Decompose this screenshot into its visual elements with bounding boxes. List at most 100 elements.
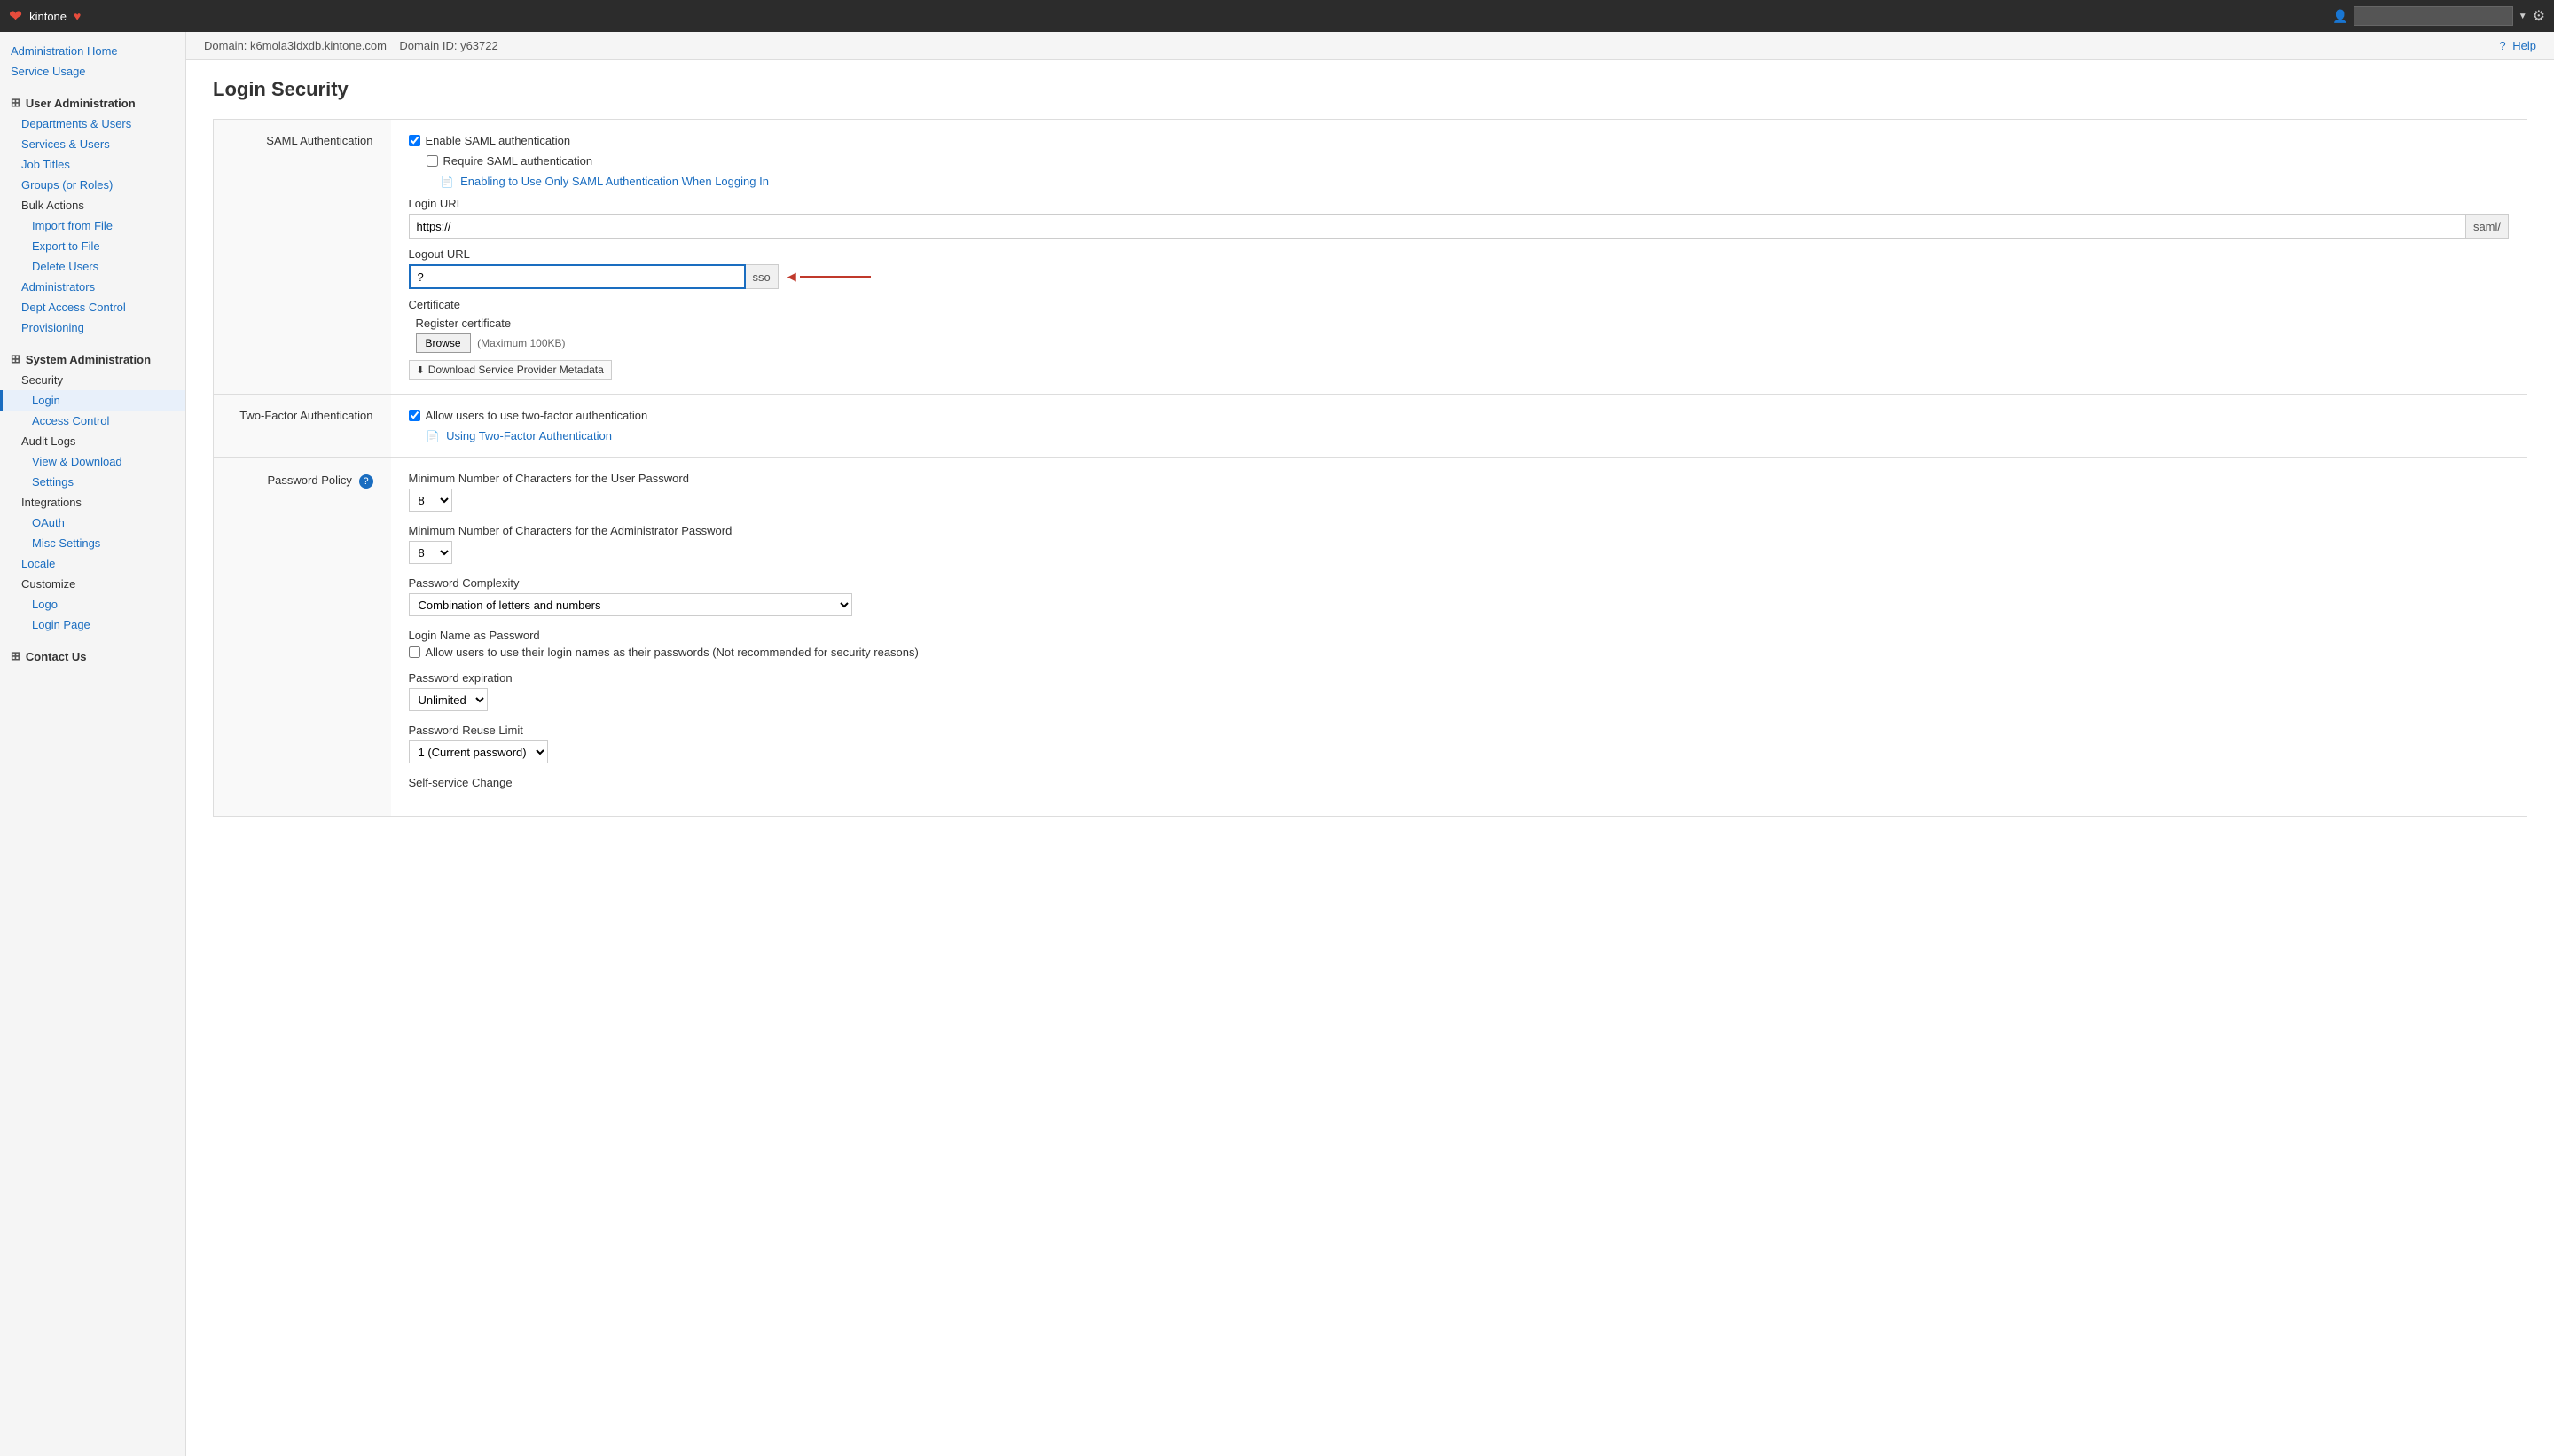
download-metadata-button[interactable]: ⬇ Download Service Provider Metadata (409, 360, 612, 380)
password-complexity-row: Password Complexity Combination of lette… (409, 576, 2510, 616)
sidebar: Administration Home Service Usage ⊞ User… (0, 32, 186, 1456)
reuse-limit-select[interactable]: 1 (Current password) 2 3 4 5 No limit (409, 740, 548, 763)
self-service-label: Self-service Change (409, 776, 2510, 789)
allow-tfa-checkbox[interactable] (409, 410, 420, 421)
sidebar-item-service-usage[interactable]: Service Usage (0, 61, 185, 82)
logout-url-input[interactable]: ? (409, 264, 746, 289)
content-area: Login Security SAML Authentication Enabl… (186, 60, 2554, 834)
expiration-select[interactable]: Unlimited 30 days 60 days 90 days 180 da… (409, 688, 488, 711)
two-factor-label-cell: Two-Factor Authentication (214, 395, 391, 458)
cert-label: Certificate (409, 298, 2510, 311)
download-label: Download Service Provider Metadata (428, 364, 604, 376)
sidebar-item-import[interactable]: Import from File (0, 215, 185, 236)
sidebar-item-login-page[interactable]: Login Page (0, 614, 185, 635)
sidebar-item-logo[interactable]: Logo (0, 594, 185, 614)
complexity-label: Password Complexity (409, 576, 2510, 590)
sidebar-integrations-label: Integrations (0, 492, 185, 513)
enable-saml-label: Enable SAML authentication (426, 134, 571, 147)
password-policy-content-cell: Minimum Number of Characters for the Use… (391, 458, 2527, 817)
sidebar-section-contact-us: ⊞ Contact Us (0, 642, 185, 667)
download-metadata-row: ⬇ Download Service Provider Metadata (409, 360, 2510, 380)
two-factor-content-cell: Allow users to use two-factor authentica… (391, 395, 2527, 458)
page-title: Login Security (213, 78, 2527, 101)
login-as-password-checkbox-row: Allow users to use their login names as … (409, 646, 2510, 659)
sidebar-item-groups-roles[interactable]: Groups (or Roles) (0, 175, 185, 195)
saml-content-cell: Enable SAML authentication Require SAML … (391, 120, 2527, 395)
sidebar-item-provisioning[interactable]: Provisioning (0, 317, 185, 338)
sidebar-item-delete-users[interactable]: Delete Users (0, 256, 185, 277)
sidebar-item-settings[interactable]: Settings (0, 472, 185, 492)
logout-url-wrapper-outer: ? sso ◀ (409, 264, 2510, 289)
enable-saml-checkbox[interactable] (409, 135, 420, 146)
domain-bar: Domain: k6mola3ldxdb.kintone.com Domain … (186, 32, 2554, 60)
sidebar-item-services-users[interactable]: Services & Users (0, 134, 185, 154)
require-saml-row: Require SAML authentication (427, 154, 2510, 168)
sidebar-section-system-admin: ⊞ System Administration (0, 345, 185, 370)
require-saml-label: Require SAML authentication (443, 154, 593, 168)
search-dropdown-icon[interactable]: ▼ (2519, 12, 2527, 21)
two-factor-row: Two-Factor Authentication Allow users to… (214, 395, 2527, 458)
help-link[interactable]: ? Help (2499, 39, 2536, 52)
sidebar-item-export[interactable]: Export to File (0, 236, 185, 256)
logout-url-label: Logout URL (409, 247, 2510, 261)
sidebar-item-dept-access[interactable]: Dept Access Control (0, 297, 185, 317)
download-icon: ⬇ (417, 364, 425, 376)
min-admin-label: Minimum Number of Characters for the Adm… (409, 524, 2510, 537)
enable-saml-row: Enable SAML authentication (409, 134, 2510, 147)
app-name: kintone (29, 10, 67, 23)
sidebar-item-admin-home[interactable]: Administration Home (0, 41, 185, 61)
login-as-password-row: Login Name as Password Allow users to us… (409, 629, 2510, 659)
contact-icon: ⊞ (11, 649, 20, 663)
sidebar-item-locale[interactable]: Locale (0, 553, 185, 574)
cert-register-label: Register certificate (416, 317, 2510, 330)
tfa-doc-icon: 📄 (427, 430, 440, 442)
tfa-doc-link[interactable]: Using Two-Factor Authentication (446, 429, 612, 442)
search-input[interactable] (2354, 6, 2513, 26)
sidebar-item-departments-users[interactable]: Departments & Users (0, 114, 185, 134)
user-icon[interactable]: 👤 (2332, 9, 2347, 24)
arrow-annotation: ◀ (787, 270, 871, 284)
sidebar-item-view-download[interactable]: View & Download (0, 451, 185, 472)
password-policy-help-icon[interactable]: ? (359, 474, 373, 489)
require-saml-checkbox[interactable] (427, 155, 438, 167)
login-url-row: Login URL https:// saml/ (409, 197, 2510, 239)
min-user-select[interactable]: 8 6 7 9 10 (409, 489, 452, 512)
sidebar-customize-label: Customize (0, 574, 185, 594)
login-url-suffix: saml/ (2466, 214, 2509, 239)
help-icon: ? (2499, 39, 2505, 52)
kintone-logo-icon: ❤ (9, 7, 22, 26)
login-as-password-checkbox[interactable] (409, 646, 420, 658)
gear-icon[interactable]: ⚙ (2533, 7, 2545, 25)
login-url-label: Login URL (409, 197, 2510, 210)
min-user-password-row: Minimum Number of Characters for the Use… (409, 472, 2510, 512)
topbar: ❤ kintone ♥ 👤 ▼ ⚙ (0, 0, 2554, 32)
saml-label-cell: SAML Authentication (214, 120, 391, 395)
sidebar-bulk-actions-label: Bulk Actions (0, 195, 185, 215)
saml-doc-link[interactable]: Enabling to Use Only SAML Authentication… (460, 175, 769, 188)
sidebar-item-administrators[interactable]: Administrators (0, 277, 185, 297)
sidebar-item-login[interactable]: Login (0, 390, 185, 411)
password-reuse-limit-row: Password Reuse Limit 1 (Current password… (409, 724, 2510, 763)
password-policy-label-cell: Password Policy ? (214, 458, 391, 817)
saml-doc-link-row: 📄 Enabling to Use Only SAML Authenticati… (441, 175, 2510, 188)
min-admin-select[interactable]: 8 6 7 9 10 (409, 541, 452, 564)
settings-table: SAML Authentication Enable SAML authenti… (213, 119, 2527, 817)
sidebar-item-access-control[interactable]: Access Control (0, 411, 185, 431)
saml-section-label: SAML Authentication (266, 134, 372, 147)
logout-url-row: Logout URL ? sso ◀ (409, 247, 2510, 289)
sidebar-item-misc-settings[interactable]: Misc Settings (0, 533, 185, 553)
sidebar-section-user-admin: ⊞ User Administration (0, 89, 185, 114)
certificate-section: Certificate Register certificate Browse … (409, 298, 2510, 380)
browse-button[interactable]: Browse (416, 333, 471, 353)
topbar-right: 👤 ▼ ⚙ (2332, 6, 2545, 26)
arrow-line (800, 276, 871, 278)
login-url-input[interactable]: https:// (409, 214, 2466, 239)
arrow-left-icon: ◀ (787, 270, 796, 284)
login-url-wrapper: https:// saml/ (409, 214, 2510, 239)
sidebar-security-label: Security (0, 370, 185, 390)
self-service-row: Self-service Change (409, 776, 2510, 789)
sidebar-item-job-titles[interactable]: Job Titles (0, 154, 185, 175)
complexity-select[interactable]: Combination of letters and numbers No re… (409, 593, 852, 616)
sidebar-item-oauth[interactable]: OAuth (0, 513, 185, 533)
saml-row: SAML Authentication Enable SAML authenti… (214, 120, 2527, 395)
